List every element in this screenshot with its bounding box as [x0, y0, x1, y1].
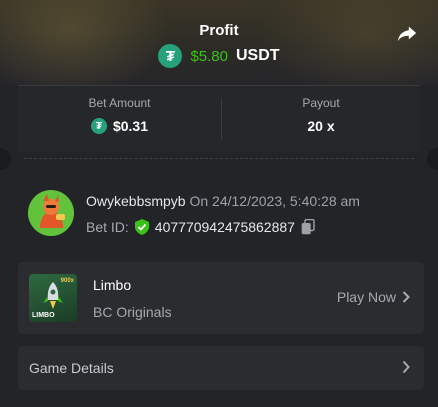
payout-value: 20 x: [222, 118, 420, 134]
bet-id-line: Bet ID: 407770942475862887: [86, 219, 315, 235]
header-background: [0, 0, 438, 100]
payout-label: Payout: [302, 96, 340, 110]
tether-icon: ₮: [158, 44, 183, 68]
profit-currency: USDT: [235, 47, 280, 64]
thumb-label: LIMBO: [32, 312, 55, 319]
game-thumbnail[interactable]: 900x LIMBO: [29, 274, 77, 322]
game-details-label: Game Details: [29, 360, 114, 376]
dashed-divider: [24, 158, 414, 159]
bet-id-label: Bet ID:: [86, 219, 129, 235]
game-card[interactable]: 900x LIMBO Limbo BC Originals Play Now: [18, 262, 424, 334]
chevron-right-icon: [402, 291, 410, 303]
chevron-right-icon: [402, 360, 410, 374]
share-icon[interactable]: [396, 22, 418, 44]
bet-amount-value-row: ₮ $0.31: [18, 118, 221, 134]
play-now-label: Play Now: [336, 289, 396, 305]
thumb-badge: 900x: [60, 278, 74, 284]
bet-amount-label: Bet Amount: [88, 96, 151, 110]
avatar[interactable]: [28, 190, 74, 236]
username[interactable]: Owykebbsmpyb: [86, 193, 186, 209]
payout-stat: Payout 20 x: [222, 86, 420, 152]
bet-amount-stat: Bet Amount ₮ $0.31: [18, 86, 221, 152]
stats-panel: Bet Amount ₮ $0.31 Payout 20 x: [18, 85, 420, 152]
game-details-row[interactable]: Game Details: [18, 346, 424, 390]
verified-shield-icon: [134, 219, 149, 235]
copy-icon[interactable]: [301, 219, 315, 235]
username-line: Owykebbsmpyb On 24/12/2023, 5:40:28 am: [86, 193, 360, 209]
profit-title: Profit: [199, 22, 239, 39]
bet-timestamp: On 24/12/2023, 5:40:28 am: [189, 193, 360, 209]
payout-value-text: 20 x: [307, 118, 335, 134]
game-name: Limbo: [93, 277, 132, 293]
play-now-button[interactable]: Play Now: [337, 289, 410, 305]
bet-id-value: 407770942475862887: [154, 219, 295, 235]
bet-amount-value: $0.31: [112, 118, 149, 134]
tether-icon: ₮: [90, 118, 107, 134]
profit-row: ₮ $5.80 USDT: [0, 44, 438, 68]
user-row: Owykebbsmpyb On 24/12/2023, 5:40:28 am B…: [18, 180, 420, 250]
game-provider: BC Originals: [93, 304, 172, 320]
profit-value: $5.80: [190, 47, 228, 65]
